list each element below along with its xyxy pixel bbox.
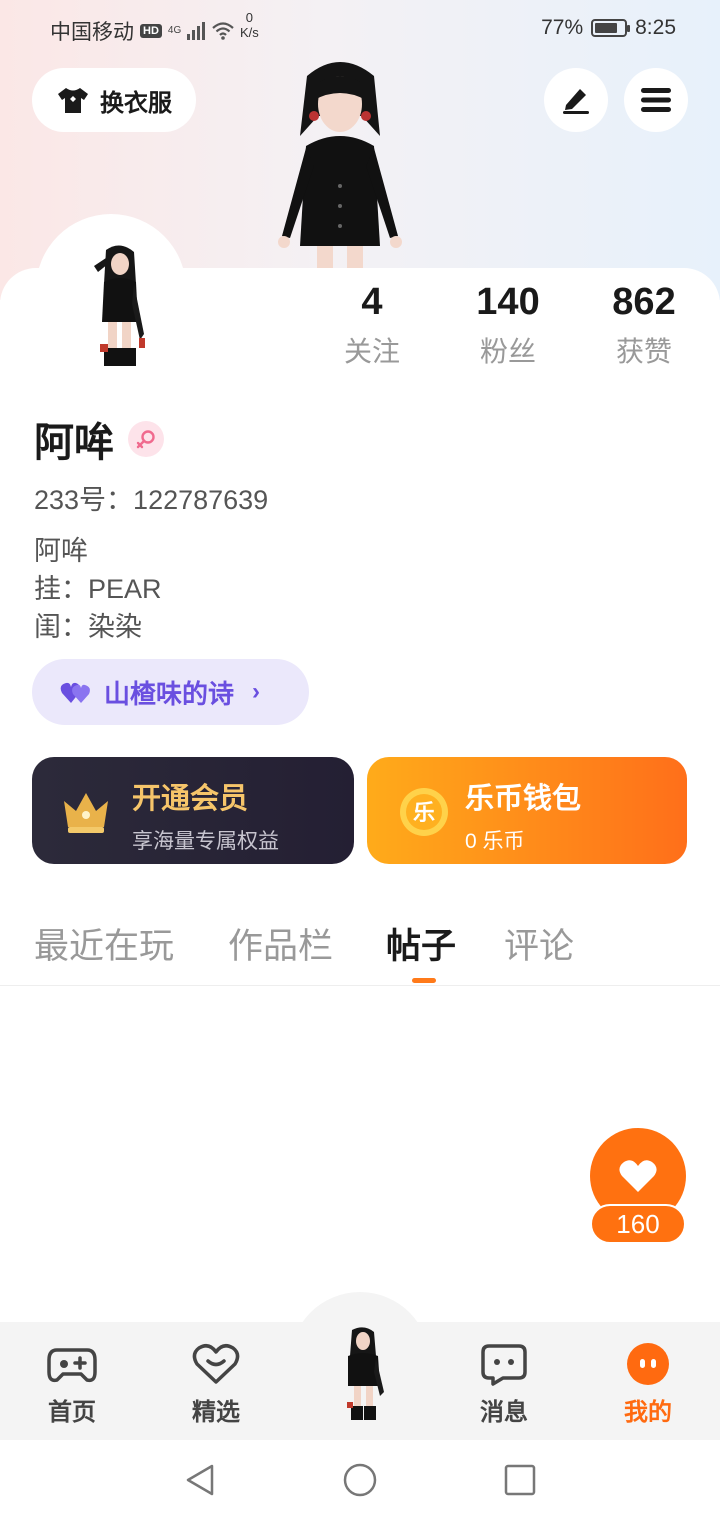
tab-works[interactable]: 作品栏 bbox=[228, 918, 333, 969]
vip-card-subtitle: 享海量专属权益 bbox=[132, 830, 279, 853]
profile-tabs: 最近在玩 作品栏 帖子 评论 bbox=[0, 918, 720, 986]
bio-line: 挂：PEAR bbox=[34, 574, 162, 604]
female-icon bbox=[128, 421, 164, 457]
home-icon[interactable] bbox=[342, 1462, 378, 1498]
stat-following[interactable]: 4 关注 bbox=[312, 280, 432, 370]
edit-profile-button[interactable] bbox=[544, 68, 608, 132]
stat-likes[interactable]: 862 获赞 bbox=[584, 280, 704, 370]
recents-icon[interactable] bbox=[502, 1462, 538, 1498]
back-icon[interactable] bbox=[182, 1462, 218, 1498]
battery-percent: 77% bbox=[541, 16, 584, 39]
stat-following-label: 关注 bbox=[343, 336, 400, 367]
nav-home-label: 首页 bbox=[48, 1399, 96, 1426]
bio: 阿哞 挂：PEAR 闺：染染 bbox=[34, 532, 162, 646]
nav-home[interactable]: 首页 bbox=[22, 1342, 122, 1427]
signal-icon bbox=[187, 22, 206, 40]
edit-icon bbox=[563, 89, 589, 114]
change-outfit-label: 换衣服 bbox=[100, 89, 172, 117]
wifi-icon bbox=[212, 22, 234, 40]
nav-messages[interactable]: 消息 bbox=[454, 1342, 554, 1427]
nav-featured[interactable]: 精选 bbox=[166, 1342, 266, 1427]
stat-likes-value: 862 bbox=[612, 281, 676, 323]
character-model-image[interactable] bbox=[262, 56, 418, 272]
like-button[interactable]: 160 bbox=[590, 1128, 686, 1244]
tshirt-icon bbox=[58, 88, 88, 113]
avatar-center-icon[interactable] bbox=[334, 1326, 390, 1422]
bio-line: 阿哞 bbox=[34, 536, 88, 566]
signature-label: 山楂味的诗 bbox=[104, 678, 235, 709]
carrier-text: 中国移动 bbox=[50, 21, 134, 44]
clock: 8:25 bbox=[635, 16, 676, 39]
nav-messages-label: 消息 bbox=[480, 1399, 528, 1426]
stat-followers-label: 粉丝 bbox=[479, 336, 536, 367]
heart-chat-icon bbox=[192, 1344, 240, 1384]
active-tab-indicator bbox=[412, 978, 436, 983]
crown-icon bbox=[64, 793, 108, 833]
net-speed-value: 0 bbox=[245, 10, 254, 25]
user-id: 233号：122787639 bbox=[34, 485, 269, 515]
stat-followers-value: 140 bbox=[476, 281, 540, 323]
username: 阿哞 bbox=[34, 421, 114, 465]
stat-likes-label: 获赞 bbox=[615, 336, 672, 367]
hd-badge: HD bbox=[140, 24, 162, 38]
vip-card[interactable]: 开通会员 享海量专属权益 bbox=[32, 757, 354, 864]
me-icon bbox=[627, 1343, 669, 1385]
system-navigation-bar bbox=[0, 1440, 720, 1520]
gamepad-icon bbox=[47, 1348, 97, 1383]
nav-featured-label: 精选 bbox=[192, 1399, 240, 1426]
status-bar: 中国移动 HD 4G 0 K/s 77% 8:25 bbox=[0, 0, 720, 58]
stat-followers[interactable]: 140 粉丝 bbox=[448, 280, 568, 370]
net-speed: 0 K/s bbox=[240, 10, 259, 40]
tab-comments[interactable]: 评论 bbox=[504, 918, 574, 969]
nav-me-label: 我的 bbox=[624, 1399, 672, 1426]
chevron-right-icon: › bbox=[252, 678, 261, 705]
battery-icon bbox=[591, 19, 631, 37]
coin-card-title: 乐币钱包 bbox=[465, 783, 582, 815]
coin-wallet-card[interactable]: 乐 乐币钱包 0 乐币 bbox=[367, 757, 687, 864]
network-type: 4G bbox=[167, 25, 182, 36]
coin-icon: 乐 bbox=[400, 788, 448, 836]
vip-card-title: 开通会员 bbox=[132, 783, 249, 815]
message-icon bbox=[481, 1344, 527, 1386]
bio-line: 闺：染染 bbox=[34, 612, 142, 642]
stats-row: 4 关注 140 粉丝 862 获赞 bbox=[0, 280, 720, 380]
menu-icon bbox=[641, 88, 671, 112]
stat-following-value: 4 bbox=[361, 281, 383, 323]
change-outfit-button[interactable]: 换衣服 bbox=[32, 68, 196, 132]
nav-me[interactable]: 我的 bbox=[598, 1342, 698, 1427]
coin-icon-char: 乐 bbox=[413, 801, 435, 826]
double-heart-icon bbox=[60, 682, 90, 703]
heart-icon bbox=[619, 1160, 657, 1192]
coin-card-subtitle: 0 乐币 bbox=[465, 830, 525, 853]
tab-posts[interactable]: 帖子 bbox=[386, 918, 456, 969]
name-row: 阿哞 bbox=[34, 410, 164, 468]
net-speed-unit: K/s bbox=[240, 25, 259, 40]
like-count: 160 bbox=[590, 1204, 686, 1244]
tab-recently-played[interactable]: 最近在玩 bbox=[34, 918, 174, 969]
menu-button[interactable] bbox=[624, 68, 688, 132]
signature-pill[interactable]: 山楂味的诗 › bbox=[32, 659, 309, 725]
